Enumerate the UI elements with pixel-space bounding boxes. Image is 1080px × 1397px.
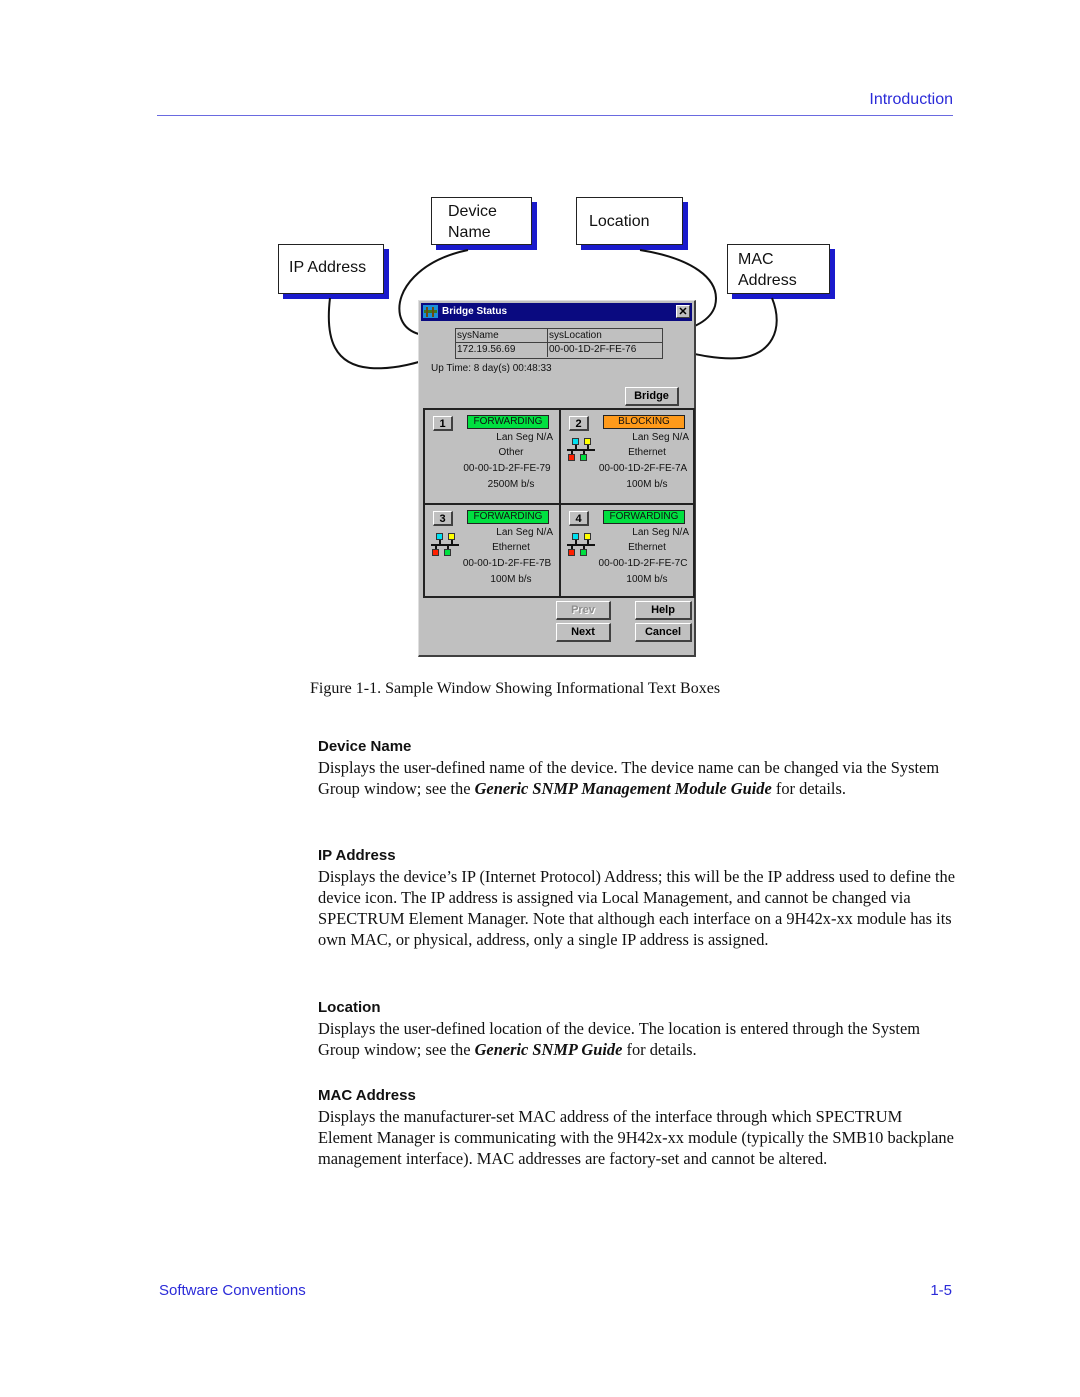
body-text: for details. xyxy=(771,779,846,798)
node-green xyxy=(580,549,587,556)
section-body: Displays the user-defined name of the de… xyxy=(318,757,958,799)
port-panel-1[interactable]: 1 FORWARDING Lan Seg N/A Other 00-00-1D-… xyxy=(425,410,559,503)
port-panel-4[interactable]: 4 FORWARDING Lan Seg N/A Ethernet 00-00-… xyxy=(561,505,695,598)
section-location: Location Displays the user-defined locat… xyxy=(318,998,958,1060)
prev-button[interactable]: Prev xyxy=(556,601,611,620)
node-red xyxy=(432,549,439,556)
port-lan-seg: Lan Seg N/A xyxy=(632,432,689,443)
node-green xyxy=(580,454,587,461)
callout-device-name-line2: Name xyxy=(448,224,491,241)
callout-ip-address: IP Address xyxy=(278,244,384,294)
port-number-button[interactable]: 1 xyxy=(433,416,453,431)
port-type: Ethernet xyxy=(492,542,530,553)
port-number-button[interactable]: 3 xyxy=(433,511,453,526)
callout-location: Location xyxy=(576,197,683,245)
port-status-badge: BLOCKING xyxy=(603,415,685,429)
sysname-header: sysName xyxy=(456,329,548,343)
port-status-badge: FORWARDING xyxy=(603,510,685,524)
running-head: Introduction xyxy=(869,91,953,108)
section-mac-address: MAC Address Displays the manufacturer-se… xyxy=(318,1086,958,1169)
mac-address-value: 00-00-1D-2F-FE-76 xyxy=(549,344,637,355)
figure-caption: Figure 1-1. Sample Window Showing Inform… xyxy=(310,680,721,697)
guide-title: Generic SNMP Management Module Guide xyxy=(474,779,772,798)
port-mac: 00-00-1D-2F-FE-7B xyxy=(462,558,552,569)
port-grid: 1 FORWARDING Lan Seg N/A Other 00-00-1D-… xyxy=(423,408,695,598)
callout-mac-address-line1: MAC xyxy=(738,251,774,268)
callout-mac-address-line2: Address xyxy=(738,272,797,289)
port-status-badge: FORWARDING xyxy=(467,415,549,429)
network-stub-line xyxy=(575,540,577,544)
port-number-button[interactable]: 4 xyxy=(569,511,589,526)
port-speed: 2500M b/s xyxy=(487,479,535,490)
port-lan-seg: Lan Seg N/A xyxy=(496,432,553,443)
network-topology-icon xyxy=(431,533,461,557)
bridge-status-window: Bridge Status ✕ sysName sysLocation 172.… xyxy=(418,300,696,657)
section-heading: Location xyxy=(318,999,381,1016)
port-speed: 100M b/s xyxy=(626,574,668,585)
node-cyan xyxy=(572,438,579,445)
help-button[interactable]: Help xyxy=(635,601,692,620)
section-heading: MAC Address xyxy=(318,1087,416,1104)
bridge-button[interactable]: Bridge xyxy=(625,387,679,406)
port-type: Ethernet xyxy=(628,447,666,458)
next-button[interactable]: Next xyxy=(556,623,611,642)
syslocation-header: sysLocation xyxy=(548,329,662,343)
system-info-table: sysName sysLocation 172.19.56.69 00-00-1… xyxy=(455,328,663,359)
network-topology-icon xyxy=(567,438,597,462)
port-panel-3[interactable]: 3 FORWARDING Lan Seg N/A Ethernet 00-00-… xyxy=(425,505,559,598)
uptime-text: Up Time: 8 day(s) 00:48:33 xyxy=(431,363,552,374)
callout-ip-address-text: IP Address xyxy=(289,259,367,276)
body-text: for details. xyxy=(622,1040,697,1059)
port-mac: 00-00-1D-2F-FE-79 xyxy=(463,463,551,474)
node-cyan xyxy=(436,533,443,540)
section-ip-address: IP Address Displays the device’s IP (Int… xyxy=(318,846,958,950)
section-body: Displays the manufacturer-set MAC addres… xyxy=(318,1107,954,1168)
callout-device-name-line1: Device xyxy=(448,203,497,220)
bridge-app-icon xyxy=(423,305,438,318)
port-speed: 100M b/s xyxy=(626,479,668,490)
port-type: Other xyxy=(498,447,524,458)
callout-mac-address: MAC Address xyxy=(727,244,830,294)
header-rule xyxy=(157,115,953,116)
port-lan-seg: Lan Seg N/A xyxy=(496,527,553,538)
network-stub-line xyxy=(587,445,589,449)
port-type: Ethernet xyxy=(628,542,666,553)
port-status-badge: FORWARDING xyxy=(467,510,549,524)
callout-device-name: Device Name xyxy=(431,197,532,245)
footer-section-title: Software Conventions xyxy=(159,1282,306,1299)
window-title: Bridge Status xyxy=(442,306,508,317)
node-yellow xyxy=(448,533,455,540)
node-yellow xyxy=(584,533,591,540)
node-yellow xyxy=(584,438,591,445)
callout-location-text: Location xyxy=(589,213,650,230)
section-device-name: Device Name Displays the user-defined na… xyxy=(318,737,958,799)
network-stub-line xyxy=(439,540,441,544)
port-mac: 00-00-1D-2F-FE-7A xyxy=(598,463,688,474)
section-heading: IP Address xyxy=(318,847,396,864)
cancel-button[interactable]: Cancel xyxy=(635,623,692,642)
section-heading: Device Name xyxy=(318,738,412,755)
port-speed: 100M b/s xyxy=(490,574,532,585)
section-body: Displays the device’s IP (Internet Proto… xyxy=(318,867,955,949)
port-lan-seg: Lan Seg N/A xyxy=(632,527,689,538)
port-number-button[interactable]: 2 xyxy=(569,416,589,431)
close-button[interactable]: ✕ xyxy=(676,305,690,318)
guide-title: Generic SNMP Guide xyxy=(474,1040,623,1059)
section-body: Displays the user-defined location of th… xyxy=(318,1018,958,1060)
ip-address-value: 172.19.56.69 xyxy=(456,343,548,357)
node-red xyxy=(568,454,575,461)
port-mac: 00-00-1D-2F-FE-7C xyxy=(598,558,688,569)
network-topology-icon xyxy=(567,533,597,557)
node-red xyxy=(568,549,575,556)
node-green xyxy=(444,549,451,556)
network-stub-line xyxy=(451,540,453,544)
network-stub-line xyxy=(587,540,589,544)
footer-page-number: 1-5 xyxy=(930,1282,952,1299)
port-panel-2[interactable]: 2 BLOCKING Lan Seg N/A Ethernet 00-00-1D… xyxy=(561,410,695,503)
node-cyan xyxy=(572,533,579,540)
network-stub-line xyxy=(575,445,577,449)
title-bar[interactable]: Bridge Status ✕ xyxy=(421,303,692,321)
